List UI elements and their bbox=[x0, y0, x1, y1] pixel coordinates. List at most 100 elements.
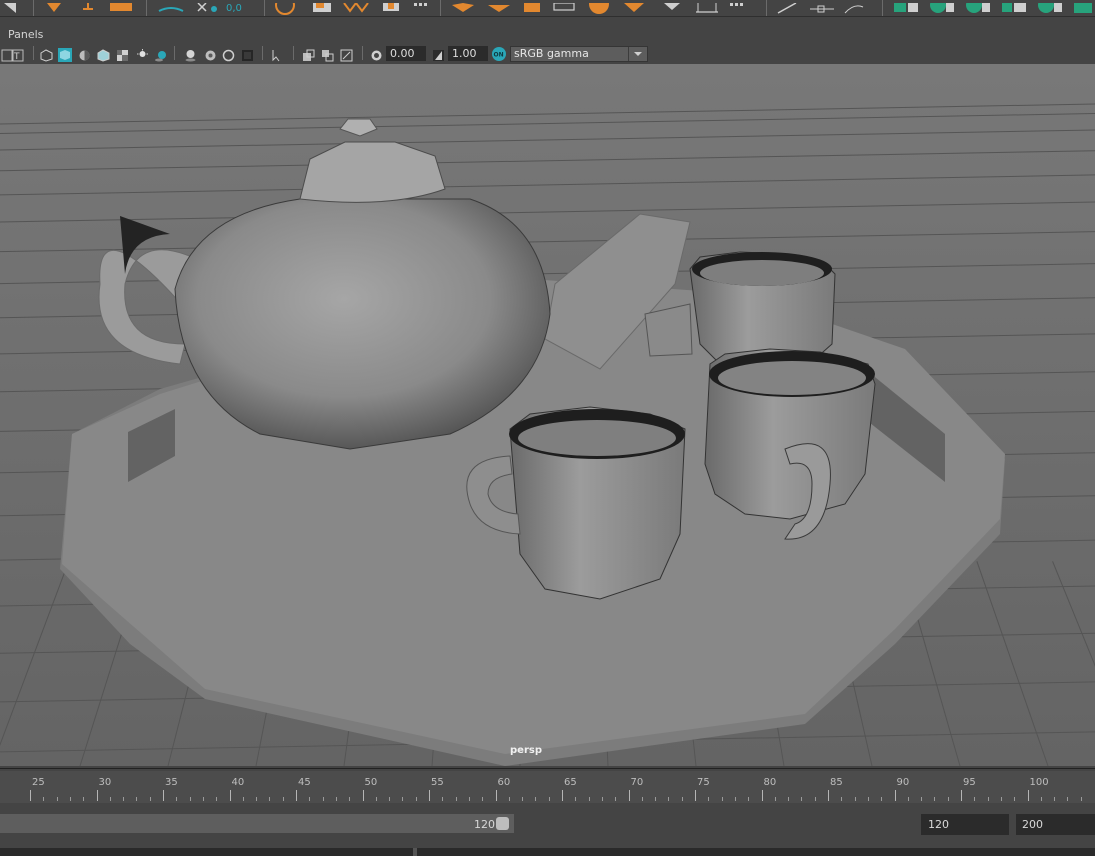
render-icon[interactable] bbox=[311, 0, 335, 12]
frame-tick-label: 40 bbox=[231, 777, 245, 788]
animation-end-field[interactable]: 200 bbox=[1016, 814, 1095, 835]
frame-minor-tick bbox=[415, 797, 417, 801]
toolbar-separator bbox=[293, 46, 294, 60]
lighting-icon[interactable] bbox=[136, 47, 149, 60]
frame-tick bbox=[961, 790, 962, 801]
curve-tool-icon[interactable] bbox=[776, 0, 800, 14]
frame-minor-tick bbox=[508, 797, 510, 801]
panels-menu[interactable]: Panels bbox=[8, 28, 43, 41]
frame-tick bbox=[229, 790, 231, 801]
color-space-dropdown[interactable]: sRGB gamma bbox=[510, 46, 648, 62]
frame-tick bbox=[429, 790, 430, 801]
frame-tick bbox=[362, 790, 364, 801]
uv-editor-icon[interactable] bbox=[892, 0, 922, 12]
shadows-icon[interactable] bbox=[154, 47, 167, 62]
frame-minor-tick bbox=[455, 797, 457, 801]
frame-minor-tick bbox=[934, 797, 936, 801]
frame-minor-tick bbox=[774, 797, 776, 801]
color-management-toggle-icon[interactable]: ON bbox=[491, 46, 507, 62]
time-ruler[interactable]: 25 30 35 40 45 50 55 60 65 70 75 80 85 90 95 100 bbox=[0, 771, 1095, 803]
hypershade-icon[interactable] bbox=[412, 0, 430, 12]
default-material-icon[interactable] bbox=[78, 47, 91, 61]
polygon-cylinder-icon[interactable] bbox=[520, 0, 544, 12]
smooth-shade-icon[interactable] bbox=[58, 47, 72, 62]
chevron-down-icon[interactable] bbox=[628, 47, 647, 61]
frame-tick bbox=[562, 790, 563, 801]
time-slider[interactable]: 25 30 35 40 45 50 55 60 65 70 75 80 85 90 95 100 bbox=[0, 768, 1095, 805]
scale-tool-icon[interactable] bbox=[110, 0, 132, 12]
exposure-icon[interactable] bbox=[370, 47, 383, 61]
depth-of-field-icon[interactable] bbox=[241, 47, 254, 61]
range-slider-bar[interactable]: 120 bbox=[0, 814, 514, 833]
polygon-cube-icon[interactable] bbox=[450, 0, 476, 12]
shelf-toolbar: 0,0 bbox=[0, 0, 1095, 17]
frame-minor-tick bbox=[721, 797, 723, 801]
perspective-viewport[interactable] bbox=[0, 64, 1095, 766]
uv-unfold-icon[interactable] bbox=[928, 0, 958, 13]
render-settings-icon[interactable] bbox=[380, 0, 402, 12]
select-tool-icon[interactable] bbox=[45, 0, 63, 12]
frame-tick bbox=[828, 790, 829, 801]
frame-minor-tick bbox=[242, 797, 244, 801]
frame-minor-tick bbox=[335, 797, 337, 801]
camera-attributes-icon[interactable]: T bbox=[11, 47, 24, 62]
panel-toolbar: T 0.00 1.00 ON sRGB gamma bbox=[0, 43, 1095, 63]
panel-menu-bar: Panels bbox=[0, 26, 1095, 43]
shelf-icon-arrow-down[interactable] bbox=[4, 0, 16, 13]
xray-icon[interactable] bbox=[116, 47, 129, 61]
polygon-pyramid-icon[interactable] bbox=[660, 0, 684, 12]
exposure-field[interactable]: 0.00 bbox=[386, 46, 426, 61]
uv-layout-icon[interactable] bbox=[964, 0, 994, 13]
ep-curve-icon[interactable] bbox=[808, 0, 836, 13]
frame-minor-tick bbox=[881, 797, 883, 801]
wireframe-icon[interactable] bbox=[40, 47, 53, 62]
frame-minor-tick bbox=[202, 797, 204, 801]
frame-tick bbox=[495, 790, 497, 801]
polygon-torus-icon[interactable] bbox=[552, 0, 576, 12]
viewport-scene[interactable] bbox=[0, 64, 1095, 766]
shelf-separator bbox=[33, 0, 34, 16]
uv-shell-icon[interactable] bbox=[1036, 0, 1066, 13]
ambient-occlusion-icon[interactable] bbox=[184, 47, 197, 62]
frame-minor-tick bbox=[123, 797, 125, 801]
gamma-field[interactable]: 1.00 bbox=[448, 46, 488, 61]
snap-icon[interactable] bbox=[196, 0, 220, 12]
motion-blur-icon[interactable] bbox=[204, 47, 217, 61]
frame-tick-label: 50 bbox=[364, 777, 378, 788]
lasso-icon[interactable] bbox=[158, 0, 184, 12]
xray-joints-icon[interactable] bbox=[302, 47, 315, 61]
frame-tick-label: 65 bbox=[564, 777, 577, 788]
shelf-separator bbox=[766, 0, 767, 16]
uv-checker-icon[interactable] bbox=[1000, 0, 1030, 12]
polygon-plane-icon[interactable] bbox=[486, 0, 512, 12]
frame-tick bbox=[30, 790, 31, 801]
history-icon[interactable] bbox=[274, 0, 296, 15]
polygon-sphere-icon[interactable] bbox=[586, 0, 612, 14]
gamma-icon[interactable] bbox=[432, 47, 445, 61]
polygon-prism-icon[interactable] bbox=[622, 0, 646, 12]
wireframe-on-shaded-icon[interactable] bbox=[97, 47, 110, 62]
frame-minor-tick bbox=[668, 797, 670, 801]
frame-tick bbox=[761, 790, 763, 801]
frame-minor-tick bbox=[548, 797, 550, 801]
resolution-gate-icon[interactable] bbox=[340, 47, 353, 62]
polygon-helix-icon[interactable] bbox=[728, 0, 746, 12]
range-slider-handle[interactable] bbox=[496, 817, 509, 830]
color-space-value: sRGB gamma bbox=[514, 47, 589, 60]
isolate-select-icon[interactable] bbox=[270, 47, 283, 62]
bezier-curve-icon[interactable] bbox=[843, 0, 865, 14]
anti-aliasing-icon[interactable] bbox=[222, 47, 235, 62]
frame-minor-tick bbox=[734, 797, 736, 801]
frame-minor-tick bbox=[615, 797, 617, 801]
frame-minor-tick bbox=[708, 797, 710, 801]
uv-distortion-icon[interactable] bbox=[1072, 0, 1094, 13]
frame-minor-tick bbox=[269, 797, 271, 801]
toolbar-separator bbox=[33, 46, 34, 60]
frame-tick bbox=[628, 790, 630, 801]
xray-components-icon[interactable] bbox=[321, 47, 334, 62]
polygon-pipe-icon[interactable] bbox=[694, 0, 720, 13]
move-tool-icon[interactable] bbox=[80, 0, 96, 12]
frame-tick-label: 100 bbox=[1029, 777, 1049, 788]
playback-end-field[interactable]: 120 bbox=[921, 814, 1009, 835]
ipr-render-icon[interactable] bbox=[342, 0, 370, 13]
